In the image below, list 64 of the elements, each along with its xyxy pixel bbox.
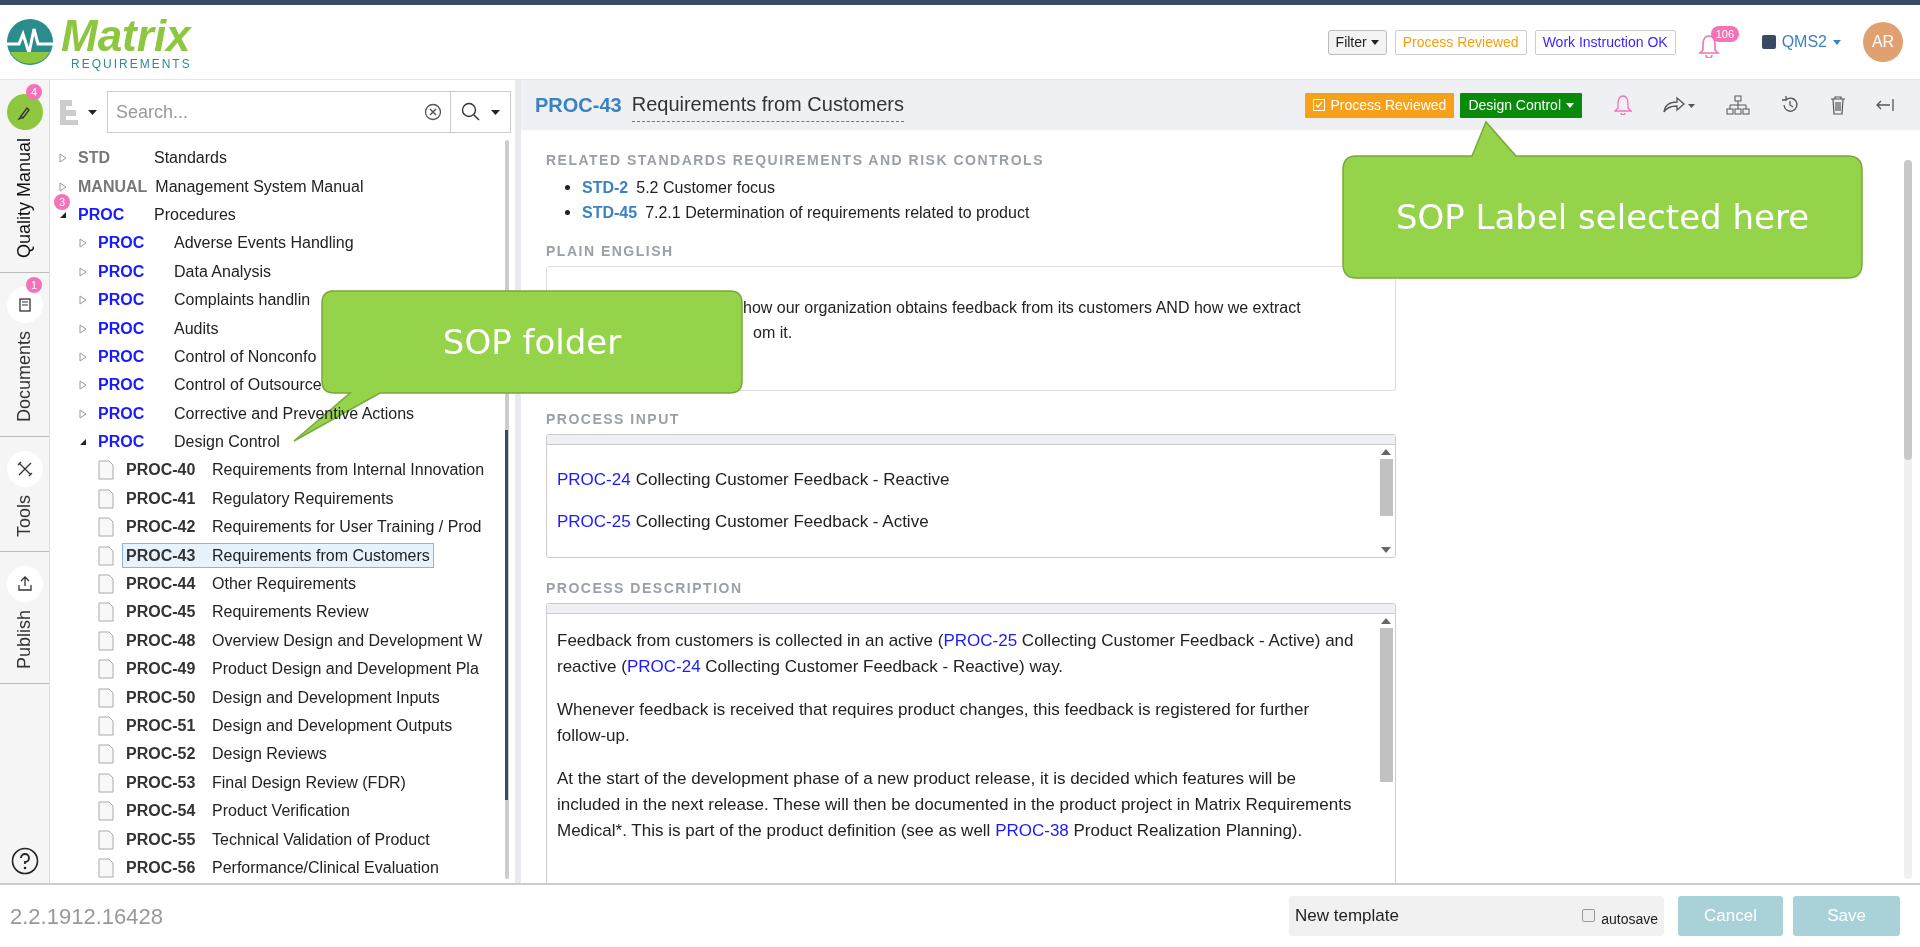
- count-badge: 3: [54, 193, 70, 210]
- search-field[interactable]: Search...: [107, 91, 511, 133]
- paragraph-text: how our organization obtains feedback from its customers AND how we extract: [743, 299, 1301, 316]
- reference-text: Collecting Customer Feedback - Active: [635, 511, 929, 534]
- tree-item[interactable]: PROC-42 Requirements for User Training / Prod: [122, 514, 486, 540]
- tree-item[interactable]: PROC-53 Final Design Review (FDR): [122, 770, 410, 796]
- count-badge: 1: [26, 277, 42, 294]
- tree-folder[interactable]: STD Standards: [76, 146, 229, 171]
- tree-item[interactable]: PROC-50 Design and Development Inputs: [122, 685, 444, 711]
- item-title[interactable]: Requirements from Customers: [631, 88, 904, 122]
- tree-item[interactable]: PROC-45 Requirements Review: [122, 599, 373, 625]
- reference-text: Collecting Customer Feedback - Reactive: [635, 469, 950, 492]
- checkbox-label: autosave: [1601, 909, 1658, 929]
- paragraph-text: Feedback from customers is collected in an active (PROC-25 Collecting Customer Feedback - Active) and reactive (PROC-24 Collecting Customer Feedback - Reactive) way.: [557, 630, 1355, 678]
- tree-item[interactable]: PROC-54 Product Verification: [122, 798, 354, 824]
- link[interactable]: PROC-25: [557, 509, 631, 535]
- reference-text: 5.2 Customer focus: [636, 177, 775, 198]
- tree-folder[interactable]: PROC Audits: [96, 316, 221, 341]
- link[interactable]: PROC-24: [626, 657, 701, 676]
- template-field[interactable]: New template autosave: [1289, 896, 1664, 936]
- tree-folder[interactable]: PROC Control of Nonconfo: [96, 344, 319, 369]
- count-badge: 4: [26, 84, 42, 100]
- label-tag[interactable]: Design Control: [1460, 92, 1582, 118]
- reference-text: 7.2.1 Determination of requirements related to product: [645, 202, 1030, 223]
- tree-item[interactable]: PROC-51 Design and Development Outputs: [122, 713, 457, 739]
- link[interactable]: PROC-24: [557, 467, 631, 493]
- logo-tagline: REQUIREMENTS: [70, 58, 192, 70]
- section-label: PROCESS DESCRIPTION: [546, 579, 744, 598]
- label-filter[interactable]: Work Instruction OK: [1534, 29, 1676, 55]
- link[interactable]: PROC-25: [943, 631, 1018, 650]
- tree-item[interactable]: PROC-52 Design Reviews: [122, 741, 331, 767]
- filter-button[interactable]: Filter: [1327, 29, 1387, 55]
- tree-item[interactable]: PROC-40 Requirements from Internal Innovation: [122, 458, 489, 483]
- project-selector[interactable]: QMS2: [1761, 30, 1841, 54]
- item-id: PROC-43: [535, 93, 622, 118]
- link[interactable]: STD-45: [582, 200, 638, 225]
- tree-item[interactable]: PROC-41 Regulatory Requirements: [122, 486, 398, 512]
- paragraph-text: om it.: [753, 324, 793, 341]
- tree-folder[interactable]: PROC Design Control: [96, 430, 282, 455]
- tree-item[interactable]: PROC-43 Requirements from Customers: [122, 543, 434, 569]
- tree-item[interactable]: PROC-55 Technical Validation of Product: [122, 827, 434, 853]
- logo-text: Matrix: [61, 14, 192, 58]
- search-field[interactable]: Search...: [108, 92, 424, 132]
- section-label: PROCESS INPUT: [546, 410, 681, 429]
- notification-badge: 106: [1710, 26, 1739, 42]
- link[interactable]: PROC-38: [995, 821, 1069, 840]
- version-text: 2.2.1912.16428: [10, 902, 163, 931]
- tree-folder[interactable]: PROC Data Analysis: [96, 259, 273, 284]
- tree-folder[interactable]: PROC Adverse Events Handling: [96, 231, 356, 256]
- tree-item[interactable]: PROC-49 Product Design and Development Pla: [122, 656, 483, 682]
- paragraph-text: Whenever feedback is received that requires product changes, this feedback is registered for further follow-up.: [557, 699, 1311, 747]
- callout-text: SOP Label selected here: [1395, 195, 1810, 239]
- tree-item[interactable]: PROC-44 Other Requirements: [122, 571, 361, 597]
- tree-folder[interactable]: PROC Control of Outsource: [96, 373, 324, 398]
- section-label: RELATED STANDARDS REQUIREMENTS AND RISK CONTROLS: [546, 151, 1045, 170]
- tree-folder[interactable]: MANUAL Management System Manual: [76, 174, 366, 199]
- tree-item[interactable]: PROC-56 Performance/Clinical Evaluation: [122, 855, 443, 881]
- tree-item[interactable]: PROC-48 Overview Design and Development W: [122, 628, 487, 654]
- section-label: PLAIN ENGLISH: [546, 242, 675, 261]
- link[interactable]: STD-2: [582, 175, 629, 200]
- tree-folder[interactable]: PROC Procedures: [76, 202, 238, 227]
- paragraph-text: At the start of the development phase of a new product release, it is decided which features will be included in the next release. These will then be documented in the product project in Matrix Requirements Medical*. This is part of the product definition (see as well PROC-38 Product Realization Planning).: [557, 768, 1353, 842]
- callout-text: SOP folder: [442, 320, 622, 364]
- tree-folder[interactable]: PROC Complaints handlin: [96, 288, 313, 313]
